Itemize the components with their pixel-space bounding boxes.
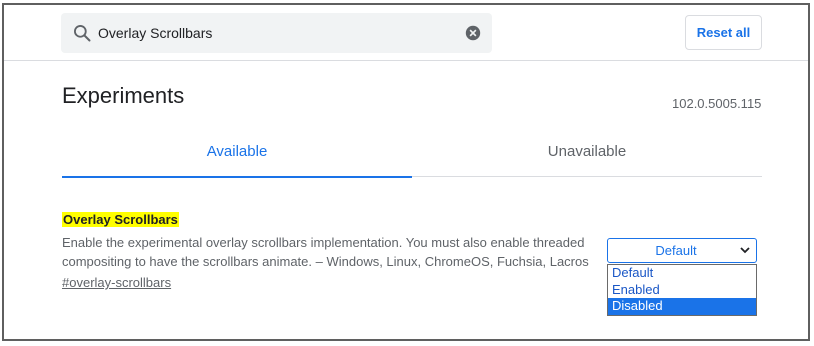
option-enabled[interactable]: Enabled: [608, 282, 756, 299]
experiment-permalink[interactable]: #overlay-scrollbars: [62, 275, 171, 290]
search-icon: [74, 25, 91, 42]
search-box[interactable]: Overlay Scrollbars: [61, 13, 492, 53]
version-label: 102.0.5005.115: [672, 96, 762, 111]
select-value: Default: [655, 243, 697, 258]
option-default[interactable]: Default: [608, 265, 756, 282]
select-dropdown-list: Default Enabled Disabled: [607, 264, 757, 316]
experiment-title: Overlay Scrollbars: [62, 212, 179, 227]
page-title: Experiments: [62, 83, 185, 108]
tab-available[interactable]: Available: [62, 133, 412, 178]
option-disabled[interactable]: Disabled: [608, 298, 756, 315]
clear-icon[interactable]: [464, 24, 482, 42]
tab-unavailable[interactable]: Unavailable: [412, 133, 762, 177]
search-input[interactable]: Overlay Scrollbars: [98, 25, 212, 41]
experiment-state-select[interactable]: Default: [607, 238, 757, 263]
tab-bar: Available Unavailable: [62, 133, 762, 178]
flags-page: Overlay Scrollbars Reset all Experiments…: [2, 3, 810, 341]
reset-all-button[interactable]: Reset all: [685, 15, 762, 50]
header: Overlay Scrollbars Reset all: [4, 5, 808, 61]
chevron-down-icon: [740, 247, 750, 254]
experiment-description: Enable the experimental overlay scrollba…: [62, 235, 589, 269]
